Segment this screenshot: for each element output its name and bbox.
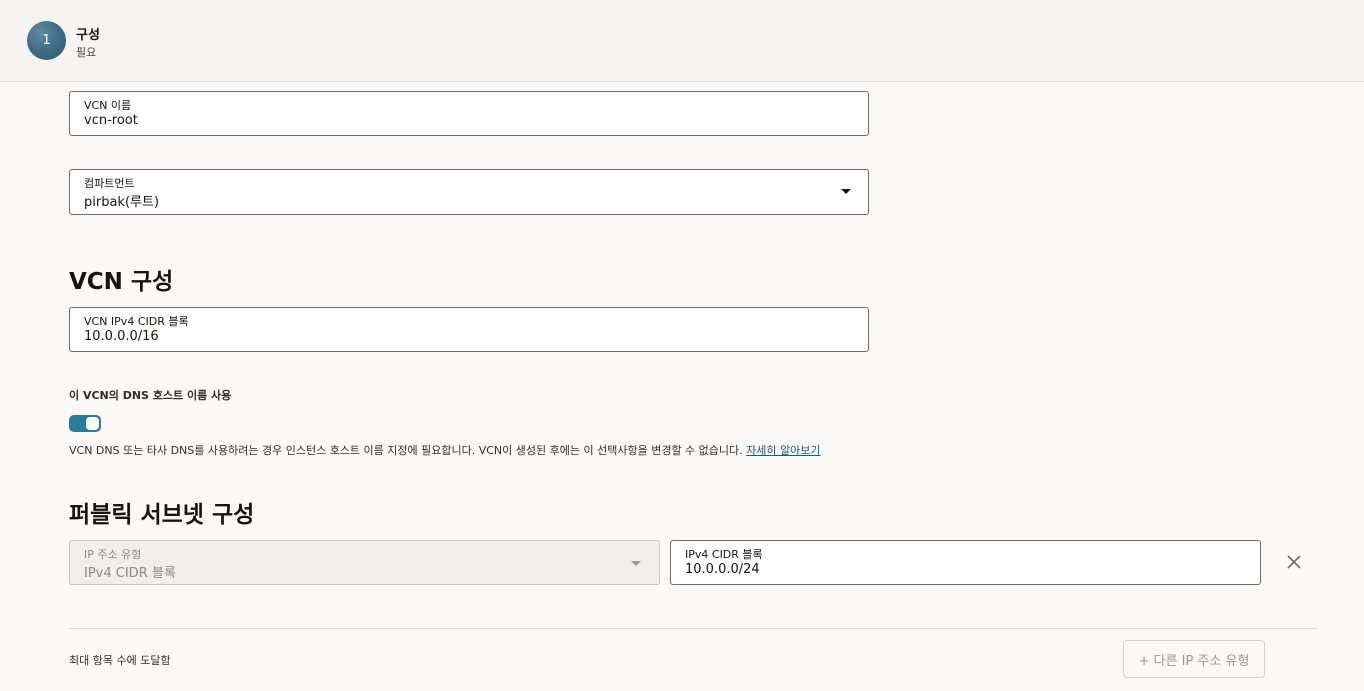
compartment-select[interactable]: 컴파트먼트 pirbak(루트) [69, 169, 869, 215]
vcn-cidr-label: VCN IPv4 CIDR 블록 [84, 315, 189, 328]
chevron-down-icon [631, 561, 641, 566]
learn-more-link[interactable]: 자세히 알아보기 [746, 444, 820, 457]
vcn-config-title: VCN 구성 [69, 269, 174, 295]
ip-type-select: IP 주소 유형 IPv4 CIDR 블록 [69, 540, 660, 585]
dns-toggle-label: 이 VCN의 DNS 호스트 이름 사용 [69, 389, 232, 402]
vcn-name-field[interactable]: VCN 이름 vcn-root [69, 91, 869, 136]
step-header: 1 구성 필요 [0, 0, 1364, 82]
vcn-name-label: VCN 이름 [84, 99, 132, 112]
vcn-cidr-field[interactable]: VCN IPv4 CIDR 블록 10.0.0.0/16 [69, 307, 869, 352]
step-number-badge: 1 [27, 21, 66, 60]
dns-help-text: VCN DNS 또는 타사 DNS를 사용하려는 경우 인스턴스 호스트 이름 … [69, 442, 821, 458]
compartment-label: 컴파트먼트 [84, 177, 135, 190]
compartment-value[interactable]: pirbak(루트) [84, 191, 159, 210]
add-ip-type-button[interactable]: + 다른 IP 주소 유형 [1123, 640, 1265, 678]
dns-toggle[interactable] [69, 415, 101, 432]
subnet-cidr-input[interactable]: 10.0.0.0/24 [685, 562, 760, 577]
remove-row-button[interactable] [1284, 552, 1304, 572]
vcn-cidr-input[interactable]: 10.0.0.0/16 [84, 329, 159, 344]
chevron-down-icon[interactable] [841, 189, 851, 194]
dns-help-description: VCN DNS 또는 타사 DNS를 사용하려는 경우 인스턴스 호스트 이름 … [69, 444, 743, 457]
ip-type-label: IP 주소 유형 [84, 548, 142, 561]
vcn-name-input[interactable]: vcn-root [84, 113, 138, 128]
ip-type-value: IPv4 CIDR 블록 [84, 566, 176, 581]
close-icon[interactable] [1287, 555, 1301, 569]
public-subnet-title: 퍼블릭 서브넷 구성 [69, 502, 255, 528]
divider [69, 628, 1317, 629]
step-title: 구성 [76, 28, 100, 43]
toggle-knob [86, 417, 99, 430]
max-items-note: 최대 항목 수에 도달함 [69, 654, 171, 667]
step-subtitle: 필요 [76, 46, 97, 59]
page: 1 구성 필요 VCN 이름 vcn-root 컴파트먼트 pirbak(루트)… [0, 0, 1364, 691]
subnet-cidr-label: IPv4 CIDR 블록 [685, 548, 763, 561]
subnet-cidr-field[interactable]: IPv4 CIDR 블록 10.0.0.0/24 [670, 540, 1261, 585]
